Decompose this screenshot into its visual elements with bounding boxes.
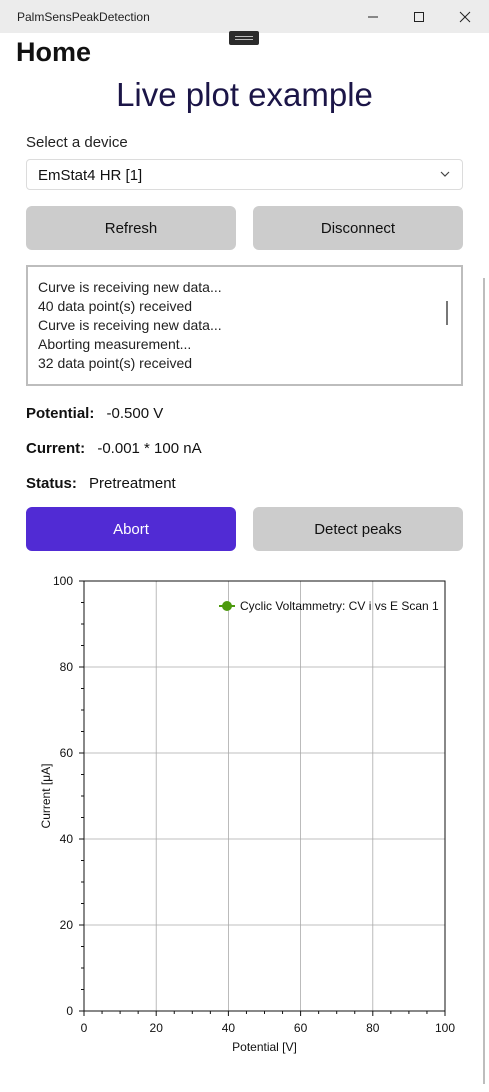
legend: Cyclic Voltammetry: CV i vs E Scan 1 xyxy=(219,599,439,613)
x-tick-label: 60 xyxy=(294,1021,308,1035)
page-title: Home xyxy=(16,37,92,67)
x-tick-label: 0 xyxy=(81,1021,88,1035)
x-tick-label: 100 xyxy=(435,1021,455,1035)
y-tick-label: 0 xyxy=(66,1004,73,1018)
log-line: Aborting measurement... xyxy=(38,336,192,352)
refresh-button[interactable]: Refresh xyxy=(26,206,236,250)
potential-row: Potential: -0.500 V xyxy=(26,405,163,422)
y-tick-label: 80 xyxy=(60,660,74,674)
log-scrollbar[interactable] xyxy=(446,301,448,325)
potential-value: -0.500 V xyxy=(106,405,164,422)
x-tick-label: 20 xyxy=(150,1021,164,1035)
close-button[interactable] xyxy=(442,0,488,33)
minimize-button[interactable] xyxy=(350,0,396,33)
abort-button[interactable]: Abort xyxy=(26,507,236,551)
current-value: -0.001 * 100 nA xyxy=(97,440,202,457)
log-line: 40 data point(s) received xyxy=(38,298,193,314)
x-tick-label: 80 xyxy=(366,1021,380,1035)
detect-peaks-button[interactable]: Detect peaks xyxy=(253,507,463,551)
page-scrollbar[interactable] xyxy=(483,278,485,1084)
app-title: PalmSensPeakDetection xyxy=(17,10,150,24)
main-heading: Live plot example xyxy=(116,76,373,113)
log-line: Curve is receiving new data... xyxy=(38,279,222,295)
title-bar: PalmSensPeakDetection xyxy=(0,0,489,33)
maximize-icon xyxy=(414,11,424,22)
y-axis-label: Current [μA] xyxy=(39,764,53,829)
log-line: 32 data point(s) received xyxy=(38,355,193,371)
minimize-icon xyxy=(368,16,378,17)
plot-area xyxy=(83,580,446,1012)
device-select[interactable]: EmStat4 HR [1] xyxy=(26,159,463,190)
device-label: Select a device xyxy=(26,134,128,151)
y-tick-label: 100 xyxy=(53,574,73,588)
live-plot-chart[interactable]: 0 20 40 60 80 100 0 20 40 60 80 100 Potential [V] Cur… xyxy=(30,570,460,1060)
log-output[interactable]: Curve is receiving new data... 40 data p… xyxy=(26,265,463,386)
status-value: Pretreatment xyxy=(89,475,176,492)
legend-marker xyxy=(222,601,232,611)
device-select-value: EmStat4 HR [1] xyxy=(38,167,143,184)
y-tick-label: 20 xyxy=(60,918,74,932)
status-row: Status: Pretreatment xyxy=(26,475,176,492)
x-axis-label: Potential [V] xyxy=(232,1040,297,1054)
legend-entry: Cyclic Voltammetry: CV i vs E Scan 1 xyxy=(240,599,439,613)
current-row: Current: -0.001 * 100 nA xyxy=(26,440,202,457)
chevron-down-icon xyxy=(440,171,450,177)
maximize-button[interactable] xyxy=(396,0,442,33)
current-label: Current: xyxy=(26,440,86,457)
drag-handle[interactable] xyxy=(229,31,259,45)
disconnect-button[interactable]: Disconnect xyxy=(253,206,463,250)
close-icon xyxy=(459,11,471,22)
status-label: Status: xyxy=(26,475,77,492)
potential-label: Potential: xyxy=(26,405,95,422)
y-tick-label: 40 xyxy=(60,832,74,846)
log-line: Curve is receiving new data... xyxy=(38,317,222,333)
x-tick-label: 40 xyxy=(222,1021,236,1035)
y-tick-label: 60 xyxy=(60,746,74,760)
